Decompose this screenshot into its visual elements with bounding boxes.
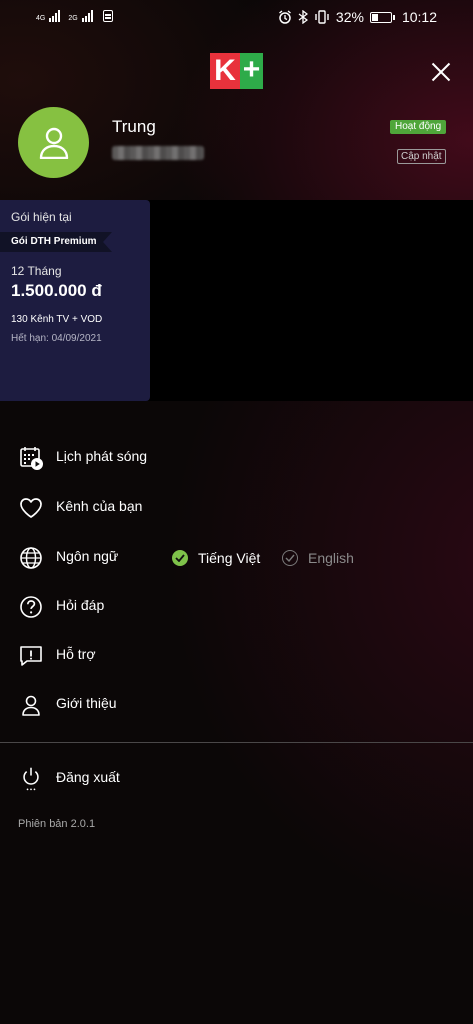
menu-item-about[interactable]: Giới thiệu [0,684,473,724]
menu-label: Lịch phát sóng [56,448,148,464]
check-outline-icon [282,550,298,566]
status-badge: Hoạt động [390,120,447,134]
menu-item-my-channels[interactable]: Kênh của bạn [0,487,473,527]
divider [0,742,473,743]
person-icon [22,695,40,716]
power-icon [23,767,39,791]
menu-label: Ngôn ngữ [56,548,119,564]
user-icon [39,127,68,159]
package-channels: 130 Kênh TV + VOD [11,314,103,325]
status-bar: 4G 2G 32% 10:12 [0,0,473,36]
question-circle-icon [20,596,42,618]
package-label: Gói hiện tại [11,210,72,224]
vibrate-icon [315,10,329,24]
alarm-icon [278,10,291,24]
package-price: 1.500.000 đ [11,281,102,300]
heart-icon [20,498,42,518]
menu-item-language[interactable]: Ngôn ngữ [0,537,160,577]
bluetooth-icon [298,10,308,24]
package-name: Gói DTH Premium [11,236,97,247]
menu-item-support[interactable]: Hỗ trợ [0,635,473,675]
menu-label: Hỏi đáp [56,597,105,613]
close-icon[interactable] [429,60,453,84]
language-label: Tiếng Việt [198,550,261,566]
calendar-play-icon [20,447,43,470]
globe-icon [20,547,42,569]
kplus-logo: K + [210,53,263,89]
status-right: 32% 10:12 [278,9,437,25]
user-name: Trung [112,117,156,136]
signal-icon [49,10,61,22]
network-type-1: 4G [36,15,46,22]
package-expiry: Hết hạn: 04/09/2021 [11,333,102,344]
message-alert-icon [20,646,42,666]
notification-icon [102,10,113,22]
package-card[interactable]: Gói hiện tại Gói DTH Premium 12 Tháng 1.… [0,200,150,401]
menu-item-schedule[interactable]: Lịch phát sóng [0,437,473,477]
menu-label: Giới thiệu [56,695,117,711]
user-phone-blurred [112,146,204,160]
app-version: Phiên bản 2.0.1 [18,818,96,830]
status-left: 4G 2G [36,10,113,22]
menu-item-faq[interactable]: Hỏi đáp [0,586,473,626]
language-label: English [308,550,354,566]
battery-percent: 32% [335,9,364,25]
menu-label: Hỗ trợ [56,646,96,662]
language-option-vietnamese[interactable]: Tiếng Việt [172,547,260,569]
menu-label: Kênh của bạn [56,498,143,514]
logo-letter: K [210,53,240,89]
update-button[interactable]: Cập nhật [397,149,446,164]
language-option-english[interactable]: English [282,547,354,569]
menu-item-logout[interactable]: Đăng xuất [0,758,473,798]
menu-label: Đăng xuất [56,769,120,785]
package-term: 12 Tháng [11,264,62,278]
check-icon [172,550,188,566]
battery-icon [369,11,395,23]
network-type-2: 2G [68,15,78,22]
logo-plus: + [240,53,263,89]
clock: 10:12 [401,9,437,25]
avatar[interactable] [18,107,89,178]
signal-icon [81,10,93,22]
